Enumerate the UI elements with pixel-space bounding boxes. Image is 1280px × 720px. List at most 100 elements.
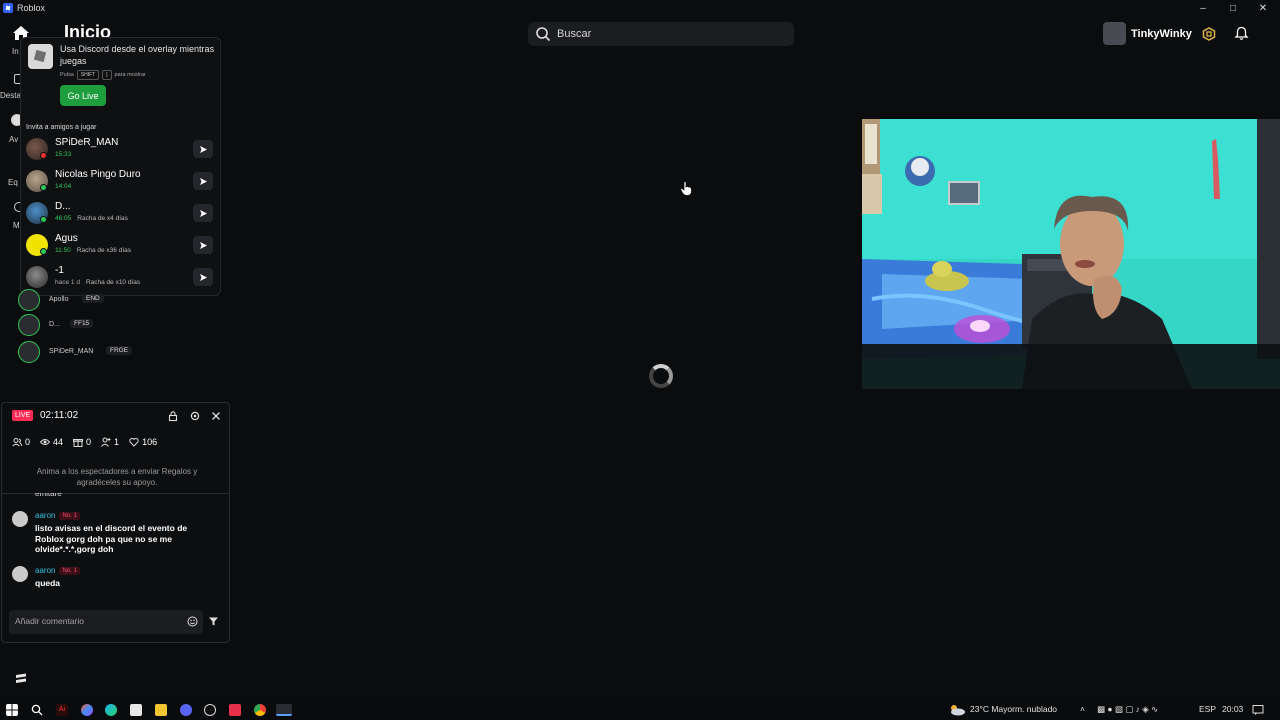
- arrow-right-icon: [199, 145, 207, 153]
- filter-icon[interactable]: [208, 616, 219, 627]
- emoji-icon[interactable]: [187, 616, 198, 627]
- eye-icon: [40, 439, 51, 445]
- roblox-taskbar-icon[interactable]: [276, 704, 292, 716]
- comment-username[interactable]: aaron: [35, 566, 55, 575]
- friend-game-tag: END: [82, 294, 104, 303]
- comment-username[interactable]: aaron: [35, 511, 55, 520]
- username[interactable]: TinkyWinky: [1131, 28, 1192, 40]
- avatar: [12, 511, 28, 527]
- status-dot: [40, 184, 47, 191]
- webcam-feed: [862, 119, 1280, 389]
- robux-icon[interactable]: [1202, 27, 1216, 41]
- cut-off-comment: emitaré: [35, 493, 62, 498]
- rail-label-home[interactable]: In: [12, 47, 19, 56]
- arrow-right-icon: [199, 177, 207, 185]
- minimize-button[interactable]: –: [1188, 0, 1218, 16]
- maximize-button[interactable]: □: [1218, 0, 1248, 16]
- send-invite-button[interactable]: [193, 172, 213, 190]
- hint-show: para mostrar: [114, 72, 146, 78]
- hand-cursor-icon: [680, 181, 692, 196]
- hint-press: Pulsa: [60, 72, 74, 78]
- friend-name: -1: [55, 265, 64, 276]
- discord-overlay: Usa Discord desde el overlay mientras ju…: [20, 37, 221, 296]
- friend-row[interactable]: D... 46:05 Racha de x4 días: [21, 198, 220, 228]
- overlay-hint: Pulsa SHIFT | para mostrar: [60, 70, 146, 80]
- friend-name: Nicolas Pingo Duro: [55, 169, 141, 180]
- rail-label-avatar[interactable]: Av: [9, 135, 18, 144]
- friend-game-tag: FF15: [70, 319, 94, 328]
- weather-text[interactable]: 23°C Mayorm. nublado: [970, 704, 1057, 714]
- clock-app-icon[interactable]: [204, 704, 216, 716]
- close-icon[interactable]: [210, 410, 222, 422]
- stat-likes-value: 106: [142, 437, 158, 447]
- rail-label-featured[interactable]: Desta: [0, 91, 21, 100]
- friend-game-tag: FRGE: [106, 346, 133, 355]
- comment-input[interactable]: [15, 616, 175, 626]
- status-dot: [40, 152, 47, 159]
- friend-name: D...: [55, 201, 71, 212]
- search-input[interactable]: [557, 28, 777, 40]
- send-invite-button[interactable]: [193, 204, 213, 222]
- app-icon-colorful[interactable]: [81, 704, 93, 716]
- friend-row[interactable]: Nicolas Pingo Duro 14:04: [21, 166, 220, 196]
- stat-views-value: 44: [53, 437, 64, 447]
- comment-text: queda: [35, 578, 61, 588]
- send-invite-button[interactable]: [193, 268, 213, 286]
- adobe-app-icon[interactable]: Ai: [56, 704, 68, 716]
- windows-start-icon[interactable]: [6, 704, 18, 716]
- bell-icon[interactable]: [1234, 26, 1249, 41]
- friend-list-item[interactable]: SPiDeR_MAN FRGE: [18, 341, 218, 363]
- clock-time[interactable]: 20:03: [1222, 704, 1243, 714]
- friend-row[interactable]: -1 hace 1 d Racha de x10 días: [21, 262, 220, 292]
- edge-browser-icon[interactable]: [105, 704, 117, 716]
- rank-badge: No. 1: [59, 511, 80, 520]
- heart-icon: [129, 437, 139, 447]
- search-bar[interactable]: [528, 22, 794, 46]
- users-icon: [12, 438, 22, 447]
- comment-user[interactable]: aaron No. 1: [35, 566, 80, 575]
- rail-label-groups[interactable]: Eq: [8, 178, 18, 187]
- roblox-logo-icon[interactable]: [14, 672, 28, 686]
- comment-user[interactable]: aaron No. 1: [35, 511, 80, 520]
- settings-icon[interactable]: [189, 410, 201, 422]
- arrow-right-icon: [199, 241, 207, 249]
- lock-icon[interactable]: [167, 410, 179, 422]
- notification-icon[interactable]: [1252, 704, 1264, 716]
- friend-name: SPiDeR_MAN: [55, 137, 119, 148]
- friend-streak: Racha de x10 días: [85, 279, 141, 286]
- send-invite-button[interactable]: [193, 236, 213, 254]
- user-plus-icon: [101, 437, 111, 447]
- chrome-icon[interactable]: [254, 704, 266, 716]
- friend-name: SPiDeR_MAN: [49, 348, 94, 355]
- tray-icons[interactable]: ▩ ● ▧ ▢ ♪ ◈ ∿: [1097, 704, 1158, 715]
- go-live-button[interactable]: Go Live: [60, 85, 106, 106]
- friend-name: Apollo: [49, 296, 69, 303]
- language-indicator[interactable]: ESP: [1199, 704, 1216, 714]
- file-explorer-icon[interactable]: [155, 704, 167, 716]
- close-window-button[interactable]: ✕: [1248, 0, 1278, 16]
- friend-row[interactable]: SPiDeR_MAN 15:33: [21, 134, 220, 164]
- search-icon: [536, 27, 551, 42]
- friend-avatar: [18, 341, 40, 363]
- send-invite-button[interactable]: [193, 140, 213, 158]
- stat-likes: 106: [129, 437, 157, 447]
- rail-label-more[interactable]: M: [13, 221, 20, 230]
- friend-list-item[interactable]: D... FF15: [18, 314, 218, 336]
- invite-title: Invita a amigos a jugar: [26, 124, 97, 131]
- stat-views: 44: [40, 437, 63, 447]
- discord-icon[interactable]: [180, 704, 192, 716]
- live-timer: 02:11:02: [40, 410, 79, 421]
- friend-row[interactable]: Agus 11:50 Racha de x36 días: [21, 230, 220, 260]
- taskbar: Ai 23°C Mayorm. nublado ˄ ▩ ● ▧ ▢ ♪ ◈ ∿ …: [0, 700, 1280, 720]
- chevron-up-icon[interactable]: ˄: [1080, 704, 1085, 714]
- search-icon[interactable]: [31, 704, 43, 716]
- comment-box[interactable]: [9, 610, 203, 634]
- store-icon[interactable]: [130, 704, 142, 716]
- window-title: Roblox: [17, 3, 46, 13]
- status-dot: [40, 248, 47, 255]
- comment-text: listo avisas en el discord el evento de …: [35, 523, 188, 554]
- friend-list-item[interactable]: Apollo END: [18, 289, 218, 311]
- avatar[interactable]: [1103, 22, 1126, 45]
- friend-time: 14:04: [55, 183, 72, 190]
- tiktok-live-icon[interactable]: [229, 704, 241, 716]
